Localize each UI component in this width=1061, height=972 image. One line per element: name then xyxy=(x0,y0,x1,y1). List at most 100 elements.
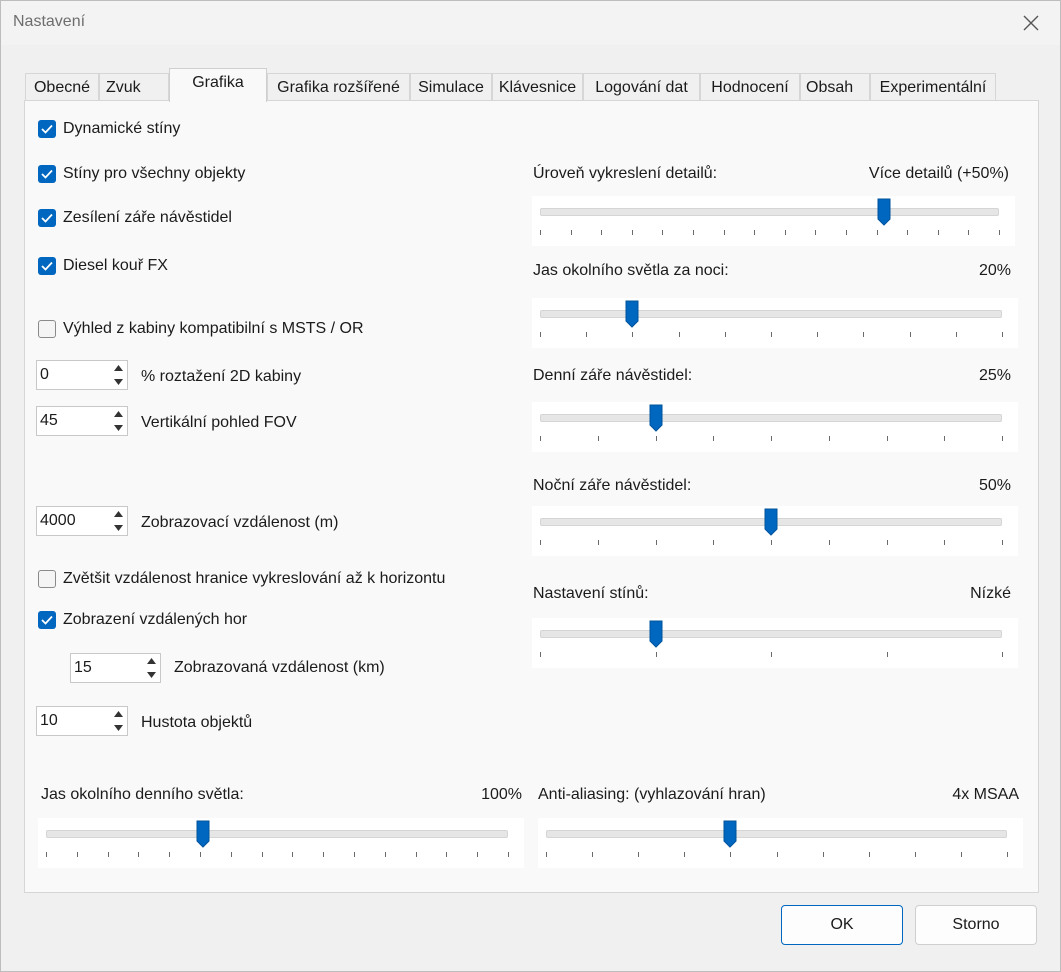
cab-stretch-spinner[interactable]: 0 xyxy=(36,360,128,390)
view-distance-spinner[interactable]: 4000 xyxy=(36,506,128,536)
tab-experimental[interactable]: Experimentální xyxy=(870,73,996,101)
tab-keyboard[interactable]: Klávesnice xyxy=(492,73,583,101)
slider-thumb[interactable] xyxy=(649,404,663,432)
slider-thumb[interactable] xyxy=(723,820,737,848)
spinner-arrows[interactable] xyxy=(142,654,160,682)
spin-up-icon[interactable] xyxy=(109,507,127,521)
tab-evaluation[interactable]: Hodnocení xyxy=(700,73,800,101)
checkbox-box[interactable] xyxy=(38,320,56,338)
tab-label: Obsah xyxy=(806,79,854,96)
spinner-value[interactable]: 0 xyxy=(40,366,49,384)
checkmark-icon xyxy=(41,261,53,271)
slider-thumb[interactable] xyxy=(877,198,891,226)
spinner-value[interactable]: 15 xyxy=(74,659,92,677)
tab-label: Simulace xyxy=(418,79,484,96)
shadow-quality-slider[interactable] xyxy=(532,618,1018,668)
day-signal-glow-label: Denní záře návěstidel: xyxy=(533,367,693,384)
shadow-quality-value: Nízké xyxy=(970,585,1011,602)
checkbox-box[interactable] xyxy=(38,209,56,227)
tab-label: Logování dat xyxy=(595,79,688,96)
detail-level-slider[interactable] xyxy=(532,196,1015,246)
fov-spinner[interactable]: 45 xyxy=(36,406,128,436)
checkbox-label: Zvětšit vzdálenost hranice vykreslování … xyxy=(63,570,446,587)
day-signal-glow-slider[interactable] xyxy=(532,402,1018,452)
slider-thumb[interactable] xyxy=(764,508,778,536)
spinner-arrows[interactable] xyxy=(109,407,127,435)
checkbox-box[interactable] xyxy=(38,257,56,275)
ok-button[interactable]: OK xyxy=(781,905,903,945)
tab-label: Klávesnice xyxy=(498,79,577,96)
anti-aliasing-value: 4x MSAA xyxy=(952,786,1019,803)
tab-content[interactable]: Obsah xyxy=(800,73,870,101)
close-icon xyxy=(1023,15,1039,31)
fov-label: Vertikální pohled FOV xyxy=(141,414,297,431)
spin-up-icon[interactable] xyxy=(109,707,127,721)
mountain-distance-spinner[interactable]: 15 xyxy=(70,653,161,683)
checkmark-icon xyxy=(41,213,53,223)
checkbox-dynamic-shadows[interactable]: Dynamické stíny xyxy=(38,120,180,138)
checkbox-box[interactable] xyxy=(38,165,56,183)
tab-sound[interactable]: Zvuk xyxy=(99,73,169,101)
tab-general[interactable]: Obecné xyxy=(25,73,99,101)
title-bar: Nastavení xyxy=(1,1,1060,45)
tab-label: Experimentální xyxy=(879,79,987,96)
slider-tick xyxy=(1007,852,1008,857)
night-signal-glow-slider[interactable] xyxy=(532,506,1018,556)
night-signal-glow-value: 50% xyxy=(978,477,1011,494)
day-ambient-label: Jas okolního denního světla: xyxy=(41,786,244,803)
spin-up-icon[interactable] xyxy=(109,361,127,375)
checkbox-box[interactable] xyxy=(38,120,56,138)
checkbox-label: Dynamické stíny xyxy=(63,120,181,137)
detail-level-value: Více detailů (+50%) xyxy=(868,165,1009,182)
tab-graphics-advanced[interactable]: Grafika rozšířené xyxy=(267,73,410,101)
spinner-arrows[interactable] xyxy=(109,361,127,389)
slider-thumb[interactable] xyxy=(196,820,210,848)
slider-tick xyxy=(999,230,1000,235)
spinner-arrows[interactable] xyxy=(109,507,127,535)
spin-down-icon[interactable] xyxy=(142,668,160,682)
tab-label: Zvuk xyxy=(106,79,141,96)
spin-down-icon[interactable] xyxy=(109,521,127,535)
spin-down-icon[interactable] xyxy=(109,375,127,389)
checkbox-diesel-smoke[interactable]: Diesel kouř FX xyxy=(38,257,168,275)
checkbox-box[interactable] xyxy=(38,611,56,629)
checkbox-label: Zesílení záře návěstidel xyxy=(63,209,232,226)
cab-stretch-label: % roztažení 2D kabiny xyxy=(141,368,302,385)
checkbox-extend-horizon[interactable]: Zvětšit vzdálenost hranice vykreslování … xyxy=(38,570,445,588)
spin-down-icon[interactable] xyxy=(109,721,127,735)
anti-aliasing-slider[interactable] xyxy=(538,818,1023,868)
view-distance-label: Zobrazovací vzdálenost (m) xyxy=(141,514,339,531)
day-ambient-slider[interactable] xyxy=(38,818,524,868)
slider-thumb[interactable] xyxy=(649,620,663,648)
spin-down-icon[interactable] xyxy=(109,421,127,435)
checkbox-cab-view-msts[interactable]: Výhled z kabiny kompatibilní s MSTS / OR xyxy=(38,320,364,338)
checkbox-distant-mountains[interactable]: Zobrazení vzdálených hor xyxy=(38,611,247,629)
tab-graphics[interactable]: Grafika xyxy=(169,68,267,102)
tab-data-logger[interactable]: Logování dat xyxy=(583,73,700,101)
checkbox-box[interactable] xyxy=(38,570,56,588)
settings-dialog: Nastavení Obecné Zvuk Grafika Grafika ro… xyxy=(0,0,1061,972)
detail-level-label: Úroveň vykreslení detailů: xyxy=(533,165,718,182)
mountain-distance-label: Zobrazovaná vzdálenost (km) xyxy=(174,659,385,676)
object-density-spinner[interactable]: 10 xyxy=(36,706,128,736)
spin-up-icon[interactable] xyxy=(142,654,160,668)
checkmark-icon xyxy=(41,124,53,134)
night-ambient-slider[interactable] xyxy=(532,298,1018,348)
anti-aliasing-label: Anti-aliasing: (vyhlazování hran) xyxy=(538,786,766,803)
spinner-arrows[interactable] xyxy=(109,707,127,735)
checkbox-signal-glow[interactable]: Zesílení záře návěstidel xyxy=(38,209,232,227)
spinner-value[interactable]: 10 xyxy=(40,712,58,730)
tab-simulation[interactable]: Simulace xyxy=(410,73,492,101)
night-ambient-label: Jas okolního světla za noci: xyxy=(533,262,729,279)
night-ambient-value: 20% xyxy=(978,262,1011,279)
slider-thumb[interactable] xyxy=(625,300,639,328)
spin-up-icon[interactable] xyxy=(109,407,127,421)
spinner-value[interactable]: 45 xyxy=(40,412,58,430)
checkbox-label: Stíny pro všechny objekty xyxy=(63,165,246,182)
window-title: Nastavení xyxy=(13,13,86,30)
spinner-value[interactable]: 4000 xyxy=(40,512,76,530)
object-density-label: Hustota objektů xyxy=(141,714,253,731)
checkbox-shadows-all-objects[interactable]: Stíny pro všechny objekty xyxy=(38,165,245,183)
cancel-button[interactable]: Storno xyxy=(915,905,1037,945)
close-button[interactable] xyxy=(1014,9,1048,37)
